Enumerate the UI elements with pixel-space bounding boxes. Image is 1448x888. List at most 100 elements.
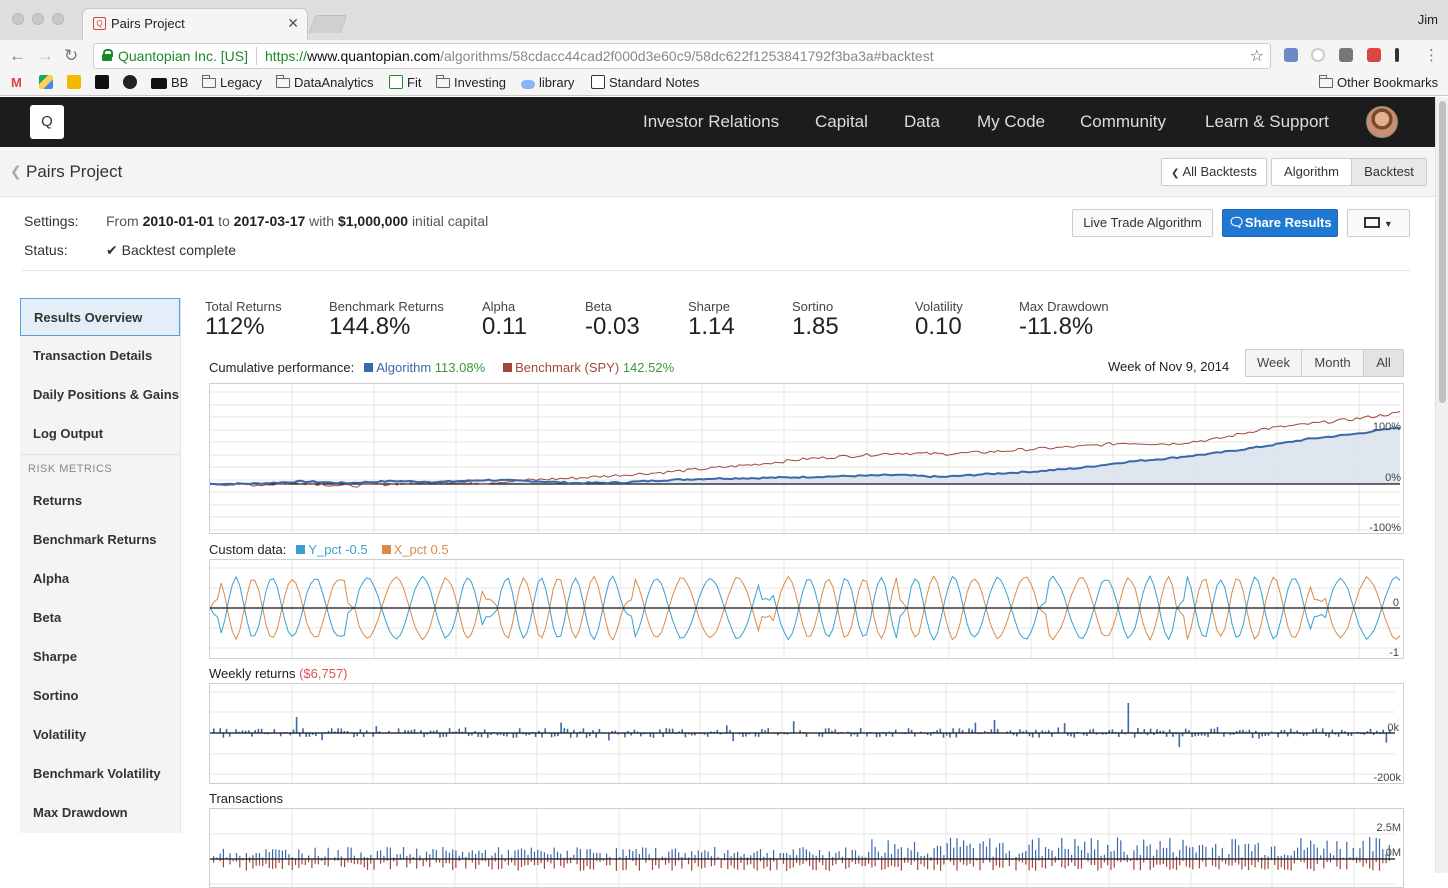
tab-backtest[interactable]: Backtest [1351, 158, 1427, 186]
back-arrow-icon[interactable]: ← [9, 46, 26, 66]
transaction-sell-bar [1032, 859, 1033, 868]
transaction-buy-bar [642, 847, 643, 859]
sidebar-item-returns[interactable]: Returns [20, 482, 180, 520]
minimize-window-button[interactable] [32, 13, 44, 25]
nav-investor-relations[interactable]: Investor Relations [643, 112, 779, 132]
tab-algorithm[interactable]: Algorithm [1271, 158, 1352, 186]
bookmark-icon[interactable] [67, 75, 85, 90]
transaction-sell-bar [731, 859, 732, 866]
transactions-chart[interactable]: 2.5M 0M [209, 808, 1404, 888]
extension-icon[interactable] [1339, 48, 1353, 62]
nav-capital[interactable]: Capital [815, 112, 868, 132]
transaction-sell-bar [360, 859, 361, 865]
sidebar-item-results-overview[interactable]: Results Overview [20, 298, 180, 336]
sidebar-item-log-output[interactable]: Log Output [20, 415, 180, 453]
bookmark-standard-notes[interactable]: Standard Notes [591, 75, 699, 90]
custom-data-chart[interactable]: 0 -1 [209, 559, 1404, 659]
cumulative-performance-chart[interactable]: 100% 0% -100% [209, 383, 1404, 534]
menu-kebab-icon[interactable]: ⋮ [1424, 46, 1439, 64]
bookmark-icon[interactable] [95, 75, 113, 90]
nav-learn-support[interactable]: Learn & Support [1205, 112, 1329, 132]
transaction-buy-bar [649, 854, 650, 859]
weekly-return-bar [1064, 723, 1066, 733]
weekly-return-bar [767, 728, 769, 733]
profile-name[interactable]: Jim [1418, 12, 1438, 27]
sidebar-item-transaction-details[interactable]: Transaction Details [20, 337, 180, 375]
bookmark-folder-other[interactable]: Other Bookmarks [1319, 75, 1438, 90]
new-tab-button[interactable] [309, 15, 348, 33]
bookmark-library[interactable]: library [521, 75, 574, 90]
transaction-buy-bar [223, 849, 224, 859]
nav-my-code[interactable]: My Code [977, 112, 1045, 132]
transaction-buy-bar [1058, 848, 1059, 859]
drive-icon[interactable] [39, 75, 57, 90]
weekly-return-bar [943, 733, 945, 738]
all-backtests-button[interactable]: ❮ All Backtests [1161, 158, 1267, 186]
live-trade-button[interactable]: Live Trade Algorithm [1072, 209, 1213, 237]
sidebar-item-sharpe[interactable]: Sharpe [20, 638, 180, 676]
forward-arrow-icon[interactable]: → [37, 46, 54, 66]
weekly-return-bar [519, 728, 521, 733]
transaction-buy-bar [1372, 851, 1373, 859]
calendar-extension-icon[interactable] [1367, 48, 1381, 62]
nav-community[interactable]: Community [1080, 112, 1166, 132]
zoom-window-button[interactable] [52, 13, 64, 25]
github-icon[interactable] [123, 75, 141, 90]
extension-icon[interactable] [1395, 48, 1399, 62]
bookmark-folder-legacy[interactable]: Legacy [202, 75, 262, 90]
transaction-sell-bar [223, 859, 224, 867]
page-scrollbar[interactable] [1435, 97, 1448, 873]
y-tick-label: -200k [1373, 772, 1401, 784]
sidebar-item-benchmark-volatility[interactable]: Benchmark Volatility [20, 755, 180, 793]
transaction-sell-bar [1199, 859, 1200, 868]
sidebar-item-volatility[interactable]: Volatility [20, 716, 180, 754]
sidebar-item-daily-positions[interactable]: Daily Positions & Gains [20, 376, 180, 414]
avatar[interactable] [1366, 106, 1398, 138]
transaction-buy-bar [1330, 853, 1331, 859]
transaction-buy-bar [495, 853, 496, 859]
chevron-left-icon[interactable]: ❮ [10, 163, 22, 180]
extension-icon[interactable] [1311, 48, 1325, 62]
transaction-buy-bar [1019, 854, 1020, 859]
close-window-button[interactable] [12, 13, 24, 25]
address-bar[interactable]: Quantopian Inc. [US] https://www.quantop… [93, 43, 1271, 69]
gmail-icon[interactable]: M [11, 75, 22, 90]
transaction-sell-bar [324, 859, 325, 865]
bookmark-folder-investing[interactable]: Investing [436, 75, 506, 90]
sidebar-item-sortino[interactable]: Sortino [20, 677, 180, 715]
metric-value-sharpe: 1.14 [688, 313, 735, 341]
transaction-buy-bar [282, 851, 283, 860]
reload-icon[interactable]: ↻ [64, 46, 78, 66]
share-results-button[interactable]: 🗨Share Results [1222, 209, 1338, 237]
browser-tab-active[interactable]: Q Pairs Project ✕ [82, 8, 308, 40]
sidebar-item-beta[interactable]: Beta [20, 599, 180, 637]
weekly-return-bar [1038, 733, 1040, 738]
extension-icon[interactable] [1284, 48, 1298, 62]
transaction-sell-bar [1218, 859, 1219, 869]
bookmark-folder-dataanalytics[interactable]: DataAnalytics [276, 75, 373, 90]
y-tick-label: 0M [1386, 847, 1401, 859]
lock-icon [102, 49, 112, 61]
weekly-returns-chart[interactable]: 0k -200k [209, 683, 1404, 784]
close-tab-icon[interactable]: ✕ [287, 15, 299, 32]
bookmark-fit[interactable]: Fit [389, 75, 421, 90]
range-week-button[interactable]: Week [1245, 349, 1302, 377]
nav-data[interactable]: Data [904, 112, 940, 132]
weekly-return-bar [876, 733, 878, 737]
range-month-button[interactable]: Month [1301, 349, 1364, 377]
bookmark-bb[interactable]: BB [151, 75, 188, 90]
layout-menu-button[interactable]: ▼ [1347, 209, 1410, 237]
transaction-buy-bar [1189, 848, 1190, 860]
transaction-buy-bar [616, 848, 617, 859]
sidebar-item-benchmark-returns[interactable]: Benchmark Returns [20, 521, 180, 559]
cumulative-legend: Cumulative performance:Algorithm 113.08%… [209, 360, 674, 375]
transaction-sell-bar [1307, 859, 1308, 869]
sidebar-item-alpha[interactable]: Alpha [20, 560, 180, 598]
transaction-sell-bar [1068, 859, 1069, 866]
bookmark-star-icon[interactable]: ☆ [1250, 46, 1264, 66]
transaction-buy-bar [1025, 851, 1026, 859]
range-all-button[interactable]: All [1363, 349, 1404, 377]
quantopian-logo[interactable]: Q [30, 105, 64, 139]
transaction-buy-bar [878, 852, 879, 859]
sidebar-item-max-drawdown[interactable]: Max Drawdown [20, 794, 180, 832]
